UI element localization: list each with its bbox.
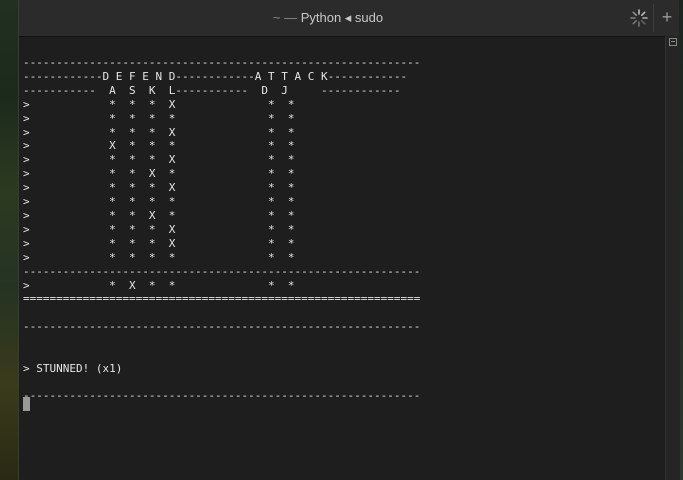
- terminal-line: > * X * * * *: [23, 278, 295, 292]
- terminal-line: > * * * X * *: [23, 153, 295, 167]
- title-text: Python ◂ sudo: [300, 10, 384, 25]
- terminal-line: ----------------------------------------…: [23, 264, 421, 278]
- terminal-line: > * * * * * *: [23, 195, 295, 209]
- terminal-line: > * * * X * *: [23, 181, 295, 195]
- terminal-line: ----------- A S K L----------- D J -----…: [23, 83, 401, 97]
- terminal-line: > * * * * * *: [23, 250, 295, 264]
- terminal-line: > X * * * * *: [23, 139, 295, 153]
- terminal-line: > * * X * * *: [23, 167, 295, 181]
- text-cursor: [23, 397, 30, 411]
- title-bar: ~ — Python ◂ sudo +: [19, 0, 679, 37]
- terminal-window: ~ — Python ◂ sudo + --------------------…: [18, 0, 680, 480]
- tab-separator: [653, 4, 654, 32]
- activity-spinner-icon: [630, 9, 648, 27]
- scrollbar[interactable]: [665, 36, 680, 480]
- scroll-menu-icon[interactable]: [669, 38, 677, 46]
- terminal-line: > * * * X * *: [23, 236, 295, 250]
- terminal-line: > * * * * * *: [23, 111, 295, 125]
- terminal-line: > * * X * * *: [23, 208, 295, 222]
- window-title: ~ — Python ◂ sudo: [19, 0, 637, 36]
- terminal-line: ------------D E F E N D------------A T T…: [23, 69, 408, 83]
- terminal-output[interactable]: ----------------------------------------…: [23, 56, 420, 376]
- terminal-line: > * * * X * *: [23, 125, 295, 139]
- terminal-line: > * * * X * *: [23, 97, 295, 111]
- terminal-line: ----------------------------------------…: [23, 320, 421, 334]
- new-tab-button[interactable]: +: [655, 0, 679, 36]
- bottom-rule: ----------------------------------------…: [23, 389, 421, 402]
- terminal-line: > * * * X * *: [23, 222, 295, 236]
- title-prefix: ~ —: [272, 10, 298, 25]
- terminal-line: > STUNNED! (x1): [23, 361, 123, 375]
- desktop-background: [0, 0, 20, 480]
- terminal-line: ----------------------------------------…: [23, 56, 421, 69]
- terminal-line: ========================================…: [23, 292, 421, 306]
